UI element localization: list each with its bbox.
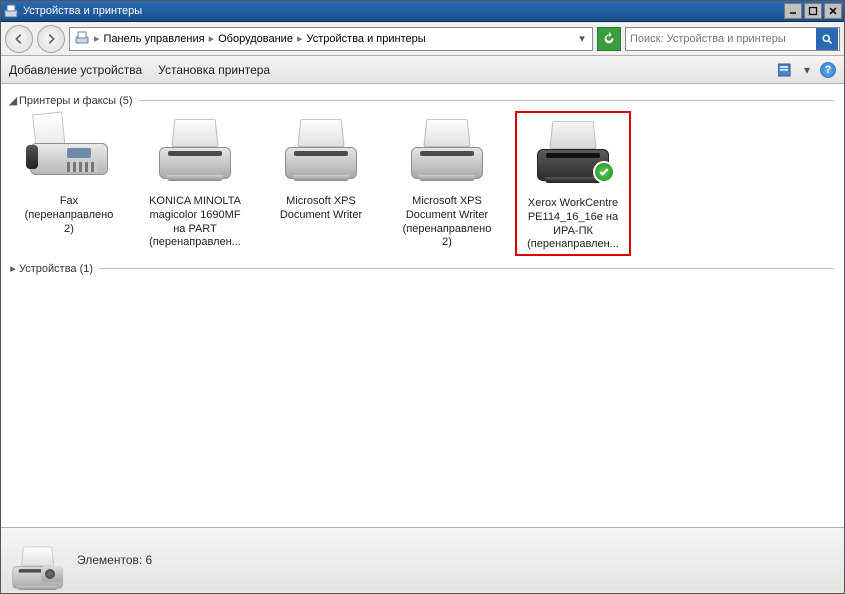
group-header-printers[interactable]: ◢ Принтеры и факсы (5) [7,94,834,107]
toolbar: Добавление устройства Установка принтера… [1,56,844,84]
close-button[interactable] [824,3,842,19]
breadcrumb-sep-icon: ▸ [297,32,303,45]
status-icon [11,536,67,584]
group-header-devices[interactable]: ▸ Устройства (1) [7,262,834,275]
collapse-arrow-icon[interactable]: ▸ [7,262,19,275]
device-item-konica[interactable]: KONICA MINOLTA magicolor 1690MF на PART … [137,111,253,256]
view-dropdown-icon[interactable]: ▾ [802,62,812,78]
add-printer-button[interactable]: Установка принтера [158,63,270,77]
group-count: (5) [119,95,132,107]
device-item-xps-2[interactable]: Microsoft XPS Document Writer (перенапра… [389,111,505,256]
view-options-button[interactable] [778,62,796,78]
printer-icon [153,117,237,189]
breadcrumb-seg-3[interactable]: Устройства и принтеры [306,33,425,45]
status-bar: Элементов: 6 [1,527,844,591]
nav-row: ▸ Панель управления ▸ Оборудование ▸ Уст… [1,22,844,56]
device-label: Microsoft XPS Document Writer [265,195,377,223]
search-input[interactable] [626,33,815,45]
forward-button[interactable] [37,25,65,53]
search-go-button[interactable] [816,28,838,50]
collapse-arrow-icon[interactable]: ◢ [7,94,19,107]
group-rule [139,100,834,101]
printers-items: Fax (перенаправлено 2) KONICA MINOLTA ma… [11,111,834,256]
fax-icon [27,117,111,189]
window-icon [3,3,19,19]
window-title: Устройства и принтеры [23,5,782,17]
group-label: Устройства [19,263,77,275]
titlebar: Устройства и принтеры [1,1,844,22]
help-button[interactable]: ? [820,62,836,78]
printer-icon [279,117,363,189]
status-count-label: Элементов: [77,553,142,567]
group-count: (1) [80,263,93,275]
device-item-xps-1[interactable]: Microsoft XPS Document Writer [263,111,379,256]
breadcrumb-sep-icon: ▸ [209,32,215,45]
maximize-button[interactable] [804,3,822,19]
device-label: Xerox WorkCentre PE114_16_16e на ИРА-ПК … [519,197,627,252]
status-count: 6 [146,553,153,567]
printer-default-icon [531,119,615,191]
device-label: Fax (перенаправлено 2) [13,195,125,236]
group-label: Принтеры и факсы [19,95,116,107]
breadcrumb-seg-2[interactable]: Оборудование [218,33,293,45]
breadcrumb-sep-icon: ▸ [94,32,100,45]
address-bar[interactable]: ▸ Панель управления ▸ Оборудование ▸ Уст… [69,27,593,51]
devices-icon [74,29,90,48]
content-area: ◢ Принтеры и факсы (5) Fax (перенаправле… [1,84,844,527]
address-dropdown-icon[interactable]: ▾ [576,32,588,45]
minimize-button[interactable] [784,3,802,19]
back-button[interactable] [5,25,33,53]
breadcrumb-seg-1[interactable]: Панель управления [104,33,205,45]
search-box[interactable] [625,27,840,51]
device-item-xerox[interactable]: Xerox WorkCentre PE114_16_16e на ИРА-ПК … [515,111,631,256]
add-device-button[interactable]: Добавление устройства [9,63,142,77]
device-item-fax[interactable]: Fax (перенаправлено 2) [11,111,127,256]
refresh-button[interactable] [597,27,621,51]
group-rule [99,268,834,269]
printer-icon [405,117,489,189]
default-check-icon [593,161,615,183]
device-label: Microsoft XPS Document Writer (перенапра… [391,195,503,250]
device-label: KONICA MINOLTA magicolor 1690MF на PART … [139,195,251,250]
